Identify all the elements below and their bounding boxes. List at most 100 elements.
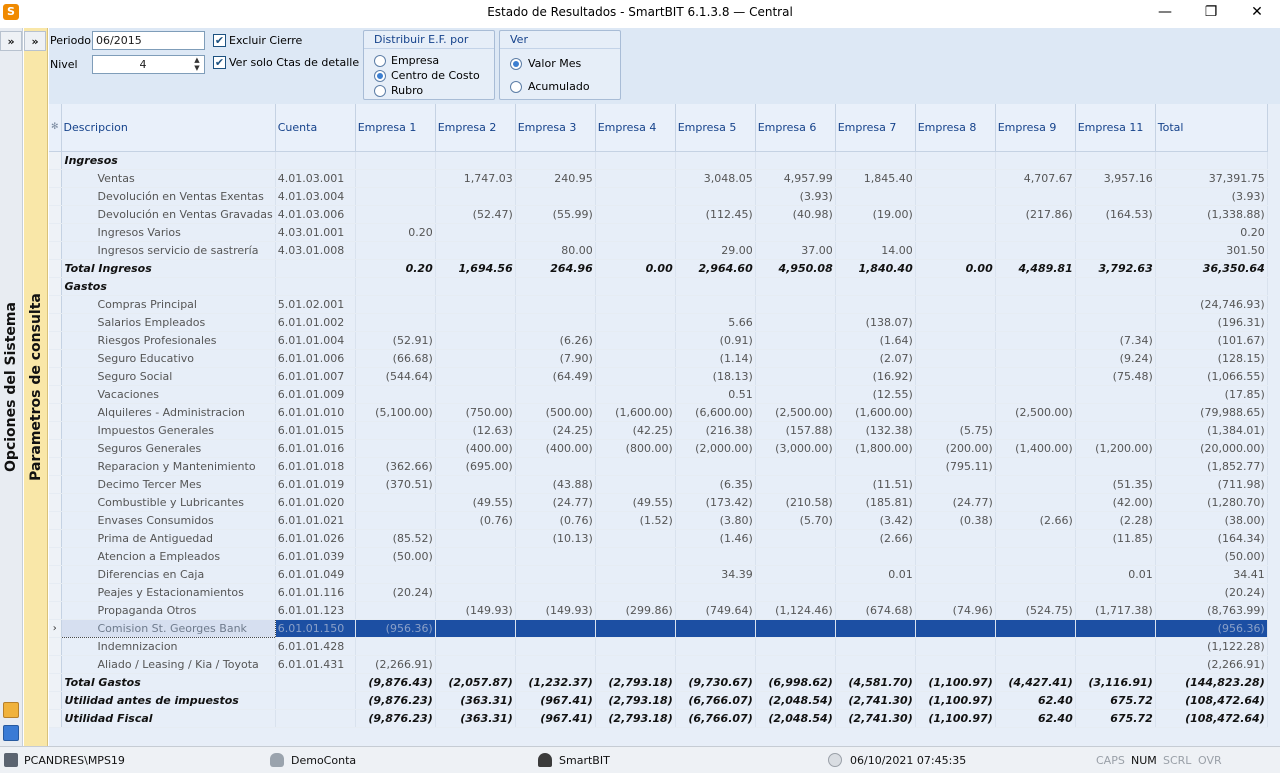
cell-descripcion[interactable]: Total Gastos xyxy=(61,673,276,692)
row-indicator[interactable] xyxy=(49,259,62,278)
cell-amount[interactable]: 2,964.60 xyxy=(675,259,756,278)
cell-amount[interactable] xyxy=(915,403,996,422)
row-indicator[interactable] xyxy=(49,475,62,494)
cell-cuenta[interactable]: 6.01.01.039 xyxy=(275,547,356,566)
cell-descripcion[interactable]: Ingresos xyxy=(61,151,276,170)
cell-amount[interactable] xyxy=(355,169,436,188)
cell-amount[interactable]: (24,746.93) xyxy=(1155,295,1268,314)
cell-amount[interactable] xyxy=(435,151,516,170)
nivel-stepper[interactable]: 4 ▲ ▼ xyxy=(92,55,205,74)
cell-amount[interactable] xyxy=(995,475,1076,494)
cell-cuenta[interactable]: 6.01.01.002 xyxy=(275,313,356,332)
cell-amount[interactable] xyxy=(995,457,1076,476)
cell-descripcion[interactable]: Gastos xyxy=(61,277,276,296)
cell-amount[interactable] xyxy=(1075,241,1156,260)
cell-amount[interactable]: (1,232.37) xyxy=(515,673,596,692)
cell-amount[interactable]: (79,988.65) xyxy=(1155,403,1268,422)
cell-amount[interactable]: 4,489.81 xyxy=(995,259,1076,278)
cell-amount[interactable]: 675.72 xyxy=(1075,691,1156,710)
cell-amount[interactable] xyxy=(835,457,916,476)
cell-amount[interactable]: (544.64) xyxy=(355,367,436,386)
cell-amount[interactable] xyxy=(595,169,676,188)
cell-cuenta[interactable]: 6.01.01.428 xyxy=(275,637,356,656)
cell-amount[interactable] xyxy=(595,187,676,206)
cell-amount[interactable]: (1,600.00) xyxy=(835,403,916,422)
cell-cuenta[interactable]: 6.01.01.020 xyxy=(275,493,356,512)
total-row[interactable]: Utilidad Fiscal (9,876.23) (363.31) (967.41… xyxy=(49,709,1268,728)
cell-amount[interactable] xyxy=(515,619,596,638)
cell-amount[interactable] xyxy=(995,349,1076,368)
cell-amount[interactable]: (711.98) xyxy=(1155,475,1268,494)
cell-amount[interactable]: (210.58) xyxy=(755,493,836,512)
cell-amount[interactable] xyxy=(995,565,1076,584)
row-indicator[interactable] xyxy=(49,385,62,404)
cell-amount[interactable] xyxy=(435,547,516,566)
cell-amount[interactable] xyxy=(675,187,756,206)
cell-amount[interactable]: (8,763.99) xyxy=(1155,601,1268,620)
cell-amount[interactable] xyxy=(515,151,596,170)
cell-amount[interactable] xyxy=(595,583,676,602)
cell-amount[interactable] xyxy=(755,547,836,566)
cell-amount[interactable]: (55.99) xyxy=(515,205,596,224)
cell-amount[interactable]: (16.92) xyxy=(835,367,916,386)
cell-amount[interactable] xyxy=(355,439,436,458)
cell-amount[interactable] xyxy=(595,457,676,476)
table-row[interactable]: Seguro Social 6.01.01.007 (544.64) (64.49) (… xyxy=(49,367,1268,386)
cell-amount[interactable]: 3,048.05 xyxy=(675,169,756,188)
cell-amount[interactable] xyxy=(1075,295,1156,314)
cell-amount[interactable]: (49.55) xyxy=(435,493,516,512)
cell-amount[interactable]: (1,400.00) xyxy=(995,439,1076,458)
row-indicator[interactable] xyxy=(49,331,62,350)
cell-amount[interactable] xyxy=(595,241,676,260)
cell-descripcion[interactable]: Atencion a Empleados xyxy=(61,547,276,566)
cell-cuenta[interactable]: 6.01.01.150 xyxy=(275,619,356,638)
cell-amount[interactable] xyxy=(835,187,916,206)
cell-amount[interactable] xyxy=(755,475,836,494)
cell-amount[interactable]: 0.00 xyxy=(595,259,676,278)
cell-amount[interactable]: (12.55) xyxy=(835,385,916,404)
cell-amount[interactable]: 0.01 xyxy=(835,565,916,584)
cell-cuenta[interactable]: 6.01.01.019 xyxy=(275,475,356,494)
cell-descripcion[interactable]: Devolución en Ventas Gravadas xyxy=(61,205,276,224)
cell-amount[interactable]: (173.42) xyxy=(675,493,756,512)
cell-amount[interactable] xyxy=(515,457,596,476)
cell-amount[interactable]: 1,840.40 xyxy=(835,259,916,278)
cell-descripcion[interactable]: Impuestos Generales xyxy=(61,421,276,440)
cell-amount[interactable] xyxy=(995,241,1076,260)
cell-amount[interactable]: (0.76) xyxy=(515,511,596,530)
column-header-empresa-7[interactable]: Empresa 7 xyxy=(835,104,916,152)
cell-amount[interactable] xyxy=(915,295,996,314)
ver-solo-detalle-checkbox[interactable]: ✔ xyxy=(213,56,226,69)
cell-amount[interactable]: (50.00) xyxy=(1155,547,1268,566)
restore-button[interactable]: ❐ xyxy=(1188,0,1234,25)
table-row[interactable]: Peajes y Estacionamientos 6.01.01.116 (20.… xyxy=(49,583,1268,602)
cell-cuenta[interactable] xyxy=(275,709,356,728)
cell-amount[interactable]: (6,600.00) xyxy=(675,403,756,422)
cell-amount[interactable] xyxy=(515,637,596,656)
cell-amount[interactable]: 240.95 xyxy=(515,169,596,188)
cell-amount[interactable] xyxy=(995,277,1076,296)
cell-amount[interactable]: 37.00 xyxy=(755,241,836,260)
cell-amount[interactable]: (18.13) xyxy=(675,367,756,386)
cell-amount[interactable] xyxy=(355,313,436,332)
cell-amount[interactable] xyxy=(435,187,516,206)
cell-amount[interactable]: (2,741.30) xyxy=(835,691,916,710)
cell-amount[interactable]: (112.45) xyxy=(675,205,756,224)
cell-amount[interactable] xyxy=(755,151,836,170)
cell-amount[interactable] xyxy=(995,367,1076,386)
table-row[interactable]: Reparacion y Mantenimiento 6.01.01.018 (36… xyxy=(49,457,1268,476)
cell-amount[interactable]: (674.68) xyxy=(835,601,916,620)
cell-amount[interactable]: (363.31) xyxy=(435,709,516,728)
cell-amount[interactable]: (400.00) xyxy=(435,439,516,458)
cell-amount[interactable]: 4,950.08 xyxy=(755,259,836,278)
cell-amount[interactable]: (1,600.00) xyxy=(595,403,676,422)
row-indicator[interactable] xyxy=(49,691,62,710)
cell-amount[interactable]: 264.96 xyxy=(515,259,596,278)
cell-amount[interactable]: 1,747.03 xyxy=(435,169,516,188)
cell-amount[interactable] xyxy=(435,277,516,296)
sidebar-opciones-del-sistema[interactable]: » Opciones del Sistema xyxy=(0,28,23,746)
table-row[interactable]: Seguro Educativo 6.01.01.006 (66.68) (7.90)… xyxy=(49,349,1268,368)
cell-amount[interactable]: (1,200.00) xyxy=(1075,439,1156,458)
column-header-empresa-5[interactable]: Empresa 5 xyxy=(675,104,756,152)
column-header-empresa-2[interactable]: Empresa 2 xyxy=(435,104,516,152)
